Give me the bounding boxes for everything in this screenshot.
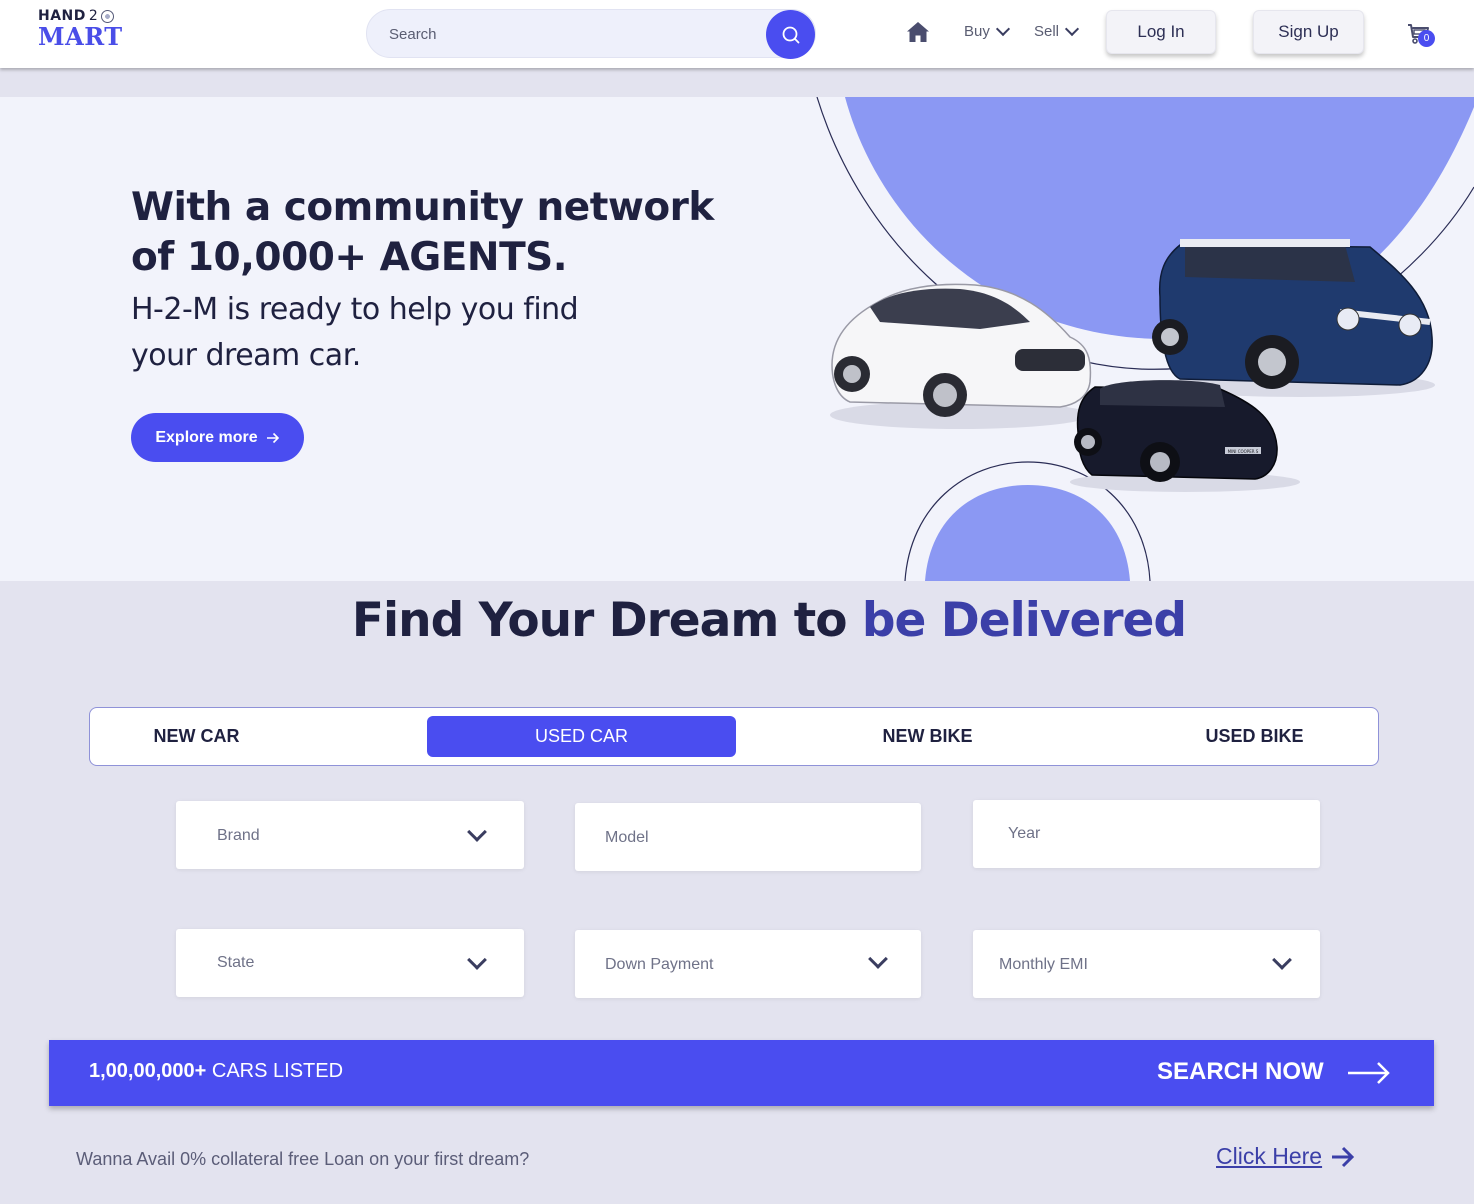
state-select-label: State: [217, 954, 255, 971]
hero-title: With a community network of 10,000+ AGEN…: [131, 183, 751, 283]
arrow-right-icon: [266, 432, 279, 443]
hero-semicircle: [925, 485, 1130, 581]
logo[interactable]: HAND 2 MART: [38, 8, 123, 50]
tab-used-car[interactable]: USED CAR: [427, 716, 736, 757]
search-bar: [366, 9, 816, 59]
brand-select-label: Brand: [217, 827, 260, 844]
chevron-down-icon: [868, 949, 888, 969]
nav-sell-label: Sell: [1034, 23, 1060, 40]
search-input[interactable]: [389, 22, 749, 46]
click-here-link[interactable]: Click Here: [1216, 1143, 1322, 1170]
hero-subtitle: H-2-M is ready to help you find your dre…: [131, 287, 651, 379]
hero-title-line1: With a community network: [131, 185, 714, 230]
hero-subtitle-line2: your dream car.: [131, 338, 361, 373]
model-field-label: Model: [605, 829, 649, 846]
state-select[interactable]: State: [176, 929, 524, 997]
arrow-right-icon[interactable]: [1330, 1145, 1356, 1169]
vehicle-type-tabs: NEW CAR USED CAR NEW BIKE USED BIKE: [89, 707, 1379, 766]
search-now-bar[interactable]: 1,00,00,000+ CARS LISTED SEARCH NOW: [49, 1040, 1434, 1106]
globe-icon: [101, 9, 115, 23]
cars-listed-number: 1,00,00,000+: [89, 1060, 207, 1082]
year-field-label: Year: [1008, 825, 1041, 842]
login-button[interactable]: Log In: [1106, 10, 1216, 54]
loan-offer-text: Wanna Avail 0% collateral free Loan on y…: [76, 1149, 530, 1169]
search-now-button[interactable]: SEARCH NOW: [1157, 1058, 1324, 1086]
header: HAND 2 MART Buy Sell Log In Sign Up 0: [0, 0, 1474, 68]
dark-mini-car: MINI COOPER S: [1070, 380, 1300, 492]
cars-listed-suffix: CARS LISTED: [206, 1060, 344, 1082]
logo-word-mart: MART: [38, 22, 123, 51]
blue-mini-car: [1152, 239, 1435, 397]
arrow-right-icon: [1348, 1062, 1390, 1084]
chevron-down-icon: [1272, 950, 1292, 970]
monthly-emi-select[interactable]: Monthly EMI: [973, 930, 1320, 998]
section-title-main: Find Your Dream to: [351, 593, 862, 648]
brand-select[interactable]: Brand: [176, 801, 524, 869]
tab-new-car[interactable]: NEW CAR: [124, 716, 269, 757]
chevron-down-icon: [1064, 21, 1080, 37]
year-field[interactable]: Year: [973, 800, 1320, 868]
explore-more-label: Explore more: [155, 428, 258, 446]
home-icon[interactable]: [905, 20, 931, 44]
chevron-down-icon: [467, 822, 487, 842]
explore-more-button[interactable]: Explore more: [131, 413, 304, 462]
car-plate-text: MINI COOPER S: [1228, 449, 1259, 454]
hero-title-line2: of 10,000+ AGENTS.: [131, 235, 568, 280]
nav-buy-label: Buy: [964, 23, 990, 40]
cars-listed-count: 1,00,00,000+ CARS LISTED: [89, 1060, 343, 1083]
tab-used-bike[interactable]: USED BIKE: [1182, 716, 1327, 757]
hero-banner: MINI COOPER S With a community network o…: [0, 97, 1474, 581]
chevron-down-icon: [467, 950, 487, 970]
hero-subtitle-line1: H-2-M is ready to help you find: [131, 292, 579, 327]
search-button[interactable]: [766, 10, 815, 59]
chevron-down-icon: [995, 21, 1010, 37]
section-title-accent: be Delivered: [861, 593, 1187, 648]
monthly-emi-label: Monthly EMI: [999, 956, 1088, 973]
nav-buy[interactable]: Buy: [964, 21, 1010, 40]
section-title: Find Your Dream to be Delivered: [0, 593, 1474, 648]
signup-button[interactable]: Sign Up: [1253, 10, 1364, 54]
down-payment-label: Down Payment: [605, 956, 714, 973]
cart-count-badge: 0: [1418, 30, 1435, 47]
down-payment-select[interactable]: Down Payment: [575, 930, 921, 998]
nav-sell[interactable]: Sell: [1034, 21, 1080, 40]
model-field[interactable]: Model: [575, 803, 921, 871]
search-icon: [782, 26, 799, 43]
tab-new-bike[interactable]: NEW BIKE: [855, 716, 1000, 757]
